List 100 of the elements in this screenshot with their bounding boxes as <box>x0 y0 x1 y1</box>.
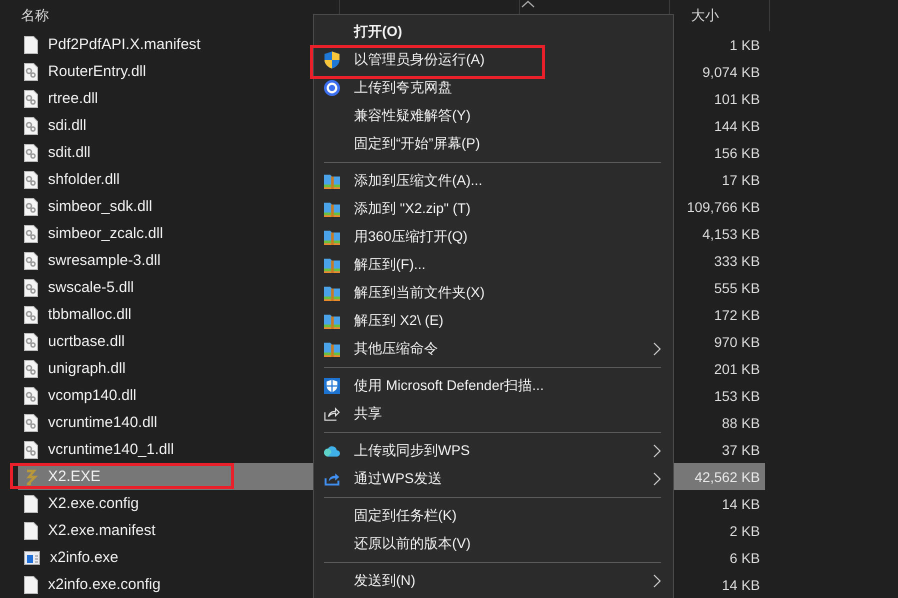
gear-file-icon <box>24 252 38 270</box>
file-item[interactable]: X2.exe.config <box>18 490 313 517</box>
file-name: shfolder.dll <box>48 171 120 188</box>
file-item[interactable]: X2.exe.manifest <box>18 517 313 544</box>
menu-item[interactable]: 固定到“开始”屏幕(P) <box>314 130 673 158</box>
file-item[interactable]: tbbmalloc.dll <box>18 301 313 328</box>
file-name: ucrtbase.dll <box>48 333 125 350</box>
gear-file-icon <box>24 198 38 216</box>
file-name: x2info.exe.config <box>48 576 161 593</box>
file-name: vcruntime140_1.dll <box>48 441 174 458</box>
ring-icon <box>324 79 340 97</box>
menu-item[interactable]: 通过WPS发送 <box>314 465 673 493</box>
file-item[interactable]: swresample-3.dll <box>18 247 313 274</box>
file-item[interactable]: rtree.dll <box>18 85 313 112</box>
file-size: 109,766 KB <box>686 198 761 216</box>
share-icon <box>324 406 340 422</box>
menu-item[interactable]: 以管理员身份运行(A) <box>314 46 673 74</box>
gear-file-icon <box>24 170 38 188</box>
archive-icon <box>324 172 340 190</box>
menu-item[interactable]: 解压到当前文件夹(X) <box>314 279 673 307</box>
gear-file-icon <box>24 414 38 432</box>
file-size: 2 KB <box>728 522 761 540</box>
file-item[interactable]: vcomp140.dll <box>18 382 313 409</box>
file-size: 144 KB <box>713 116 761 136</box>
menu-item[interactable]: 用360压缩打开(Q) <box>314 223 673 251</box>
file-item[interactable]: simbeor_zcalc.dll <box>18 220 313 247</box>
menu-item[interactable]: 解压到 X2\ (E) <box>314 307 673 335</box>
file-size: 201 KB <box>713 360 761 378</box>
file-size: 555 KB <box>713 278 761 298</box>
file-name: Pdf2PdfAPI.X.manifest <box>48 36 201 53</box>
file-name: sdit.dll <box>48 144 91 161</box>
file-size: 172 KB <box>713 306 761 324</box>
file-item[interactable]: x2info.exe.config <box>18 571 313 598</box>
file-item[interactable]: swscale-5.dll <box>18 274 313 301</box>
file-name: vcomp140.dll <box>48 387 136 404</box>
menu-item[interactable]: 还原以前的版本(V) <box>314 530 673 558</box>
archive-icon <box>324 312 340 330</box>
app-icon <box>24 468 38 486</box>
menu-item[interactable]: 添加到 "X2.zip" (T) <box>314 195 673 223</box>
cloud-icon <box>324 444 340 458</box>
blank-file-icon <box>24 522 38 540</box>
file-item[interactable]: sdit.dll <box>18 139 313 166</box>
menu-item[interactable]: 发送到(N) <box>314 567 673 595</box>
gear-file-icon <box>24 306 38 324</box>
gear-file-icon <box>24 278 38 296</box>
file-name: unigraph.dll <box>48 360 126 377</box>
file-size: 9,074 KB <box>701 62 761 82</box>
menu-item[interactable]: 上传或同步到WPS <box>314 437 673 465</box>
gear-file-icon <box>24 224 38 242</box>
menu-item[interactable]: 打开(O) <box>314 18 673 46</box>
column-header[interactable]: 名称 <box>6 6 49 24</box>
file-size: 42,562 KB <box>675 463 765 490</box>
menu-item[interactable]: 使用 Microsoft Defender扫描... <box>314 372 673 400</box>
menu-item[interactable]: 兼容性疑难解答(Y) <box>314 102 673 130</box>
blank-file-icon <box>24 576 38 594</box>
file-item[interactable]: Pdf2PdfAPI.X.manifest <box>18 31 313 58</box>
menu-item[interactable]: 固定到任务栏(K) <box>314 502 673 530</box>
archive-icon <box>324 284 340 302</box>
file-item[interactable]: shfolder.dll <box>18 166 313 193</box>
gear-file-icon <box>24 440 38 458</box>
shield-icon <box>324 377 340 395</box>
gear-file-icon <box>24 360 38 378</box>
file-name: swscale-5.dll <box>48 279 134 296</box>
file-name: vcruntime140.dll <box>48 414 158 431</box>
blank-file-icon <box>24 494 38 512</box>
file-item[interactable]: vcruntime140_1.dll <box>18 436 313 463</box>
archive-icon <box>324 340 340 358</box>
file-size: 6 KB <box>728 548 761 568</box>
menu-item[interactable]: 上传到夸克网盘 <box>314 74 673 102</box>
menu-item[interactable]: 其他压缩命令 <box>314 335 673 363</box>
menu-item[interactable]: 添加到压缩文件(A)... <box>314 167 673 195</box>
file-name: X2.exe.manifest <box>48 522 156 539</box>
archive-icon <box>324 256 340 274</box>
file-size: 14 KB <box>720 494 761 514</box>
file-item[interactable]: sdi.dll <box>18 112 313 139</box>
file-item[interactable]: x2info.exe <box>18 544 313 571</box>
gear-file-icon <box>24 144 38 162</box>
column-header[interactable]: 大小 <box>676 6 719 24</box>
file-item[interactable]: ucrtbase.dll <box>18 328 313 355</box>
gear-file-icon <box>24 332 38 350</box>
archive-icon <box>324 200 340 218</box>
file-name: x2info.exe <box>50 549 118 566</box>
file-size: 4,153 KB <box>701 224 761 244</box>
menu-item[interactable]: 解压到(F)... <box>314 251 673 279</box>
file-size: 14 KB <box>720 576 761 594</box>
file-size: 88 KB <box>720 414 761 432</box>
file-item[interactable]: vcruntime140.dll <box>18 409 313 436</box>
file-size: 156 KB <box>713 144 761 162</box>
blank-file-icon <box>24 36 38 54</box>
shield-icon <box>324 51 340 69</box>
gear-file-icon <box>24 90 38 108</box>
window-icon <box>24 550 40 564</box>
file-item[interactable]: RouterEntry.dll <box>18 58 313 85</box>
file-item[interactable]: simbeor_sdk.dll <box>18 193 313 220</box>
menu-item[interactable]: 共享 <box>314 400 673 428</box>
file-name: rtree.dll <box>48 90 98 107</box>
file-name: simbeor_zcalc.dll <box>48 225 164 242</box>
gear-file-icon <box>24 386 38 404</box>
file-size: 1 KB <box>728 36 761 54</box>
file-item[interactable]: unigraph.dll <box>18 355 313 382</box>
